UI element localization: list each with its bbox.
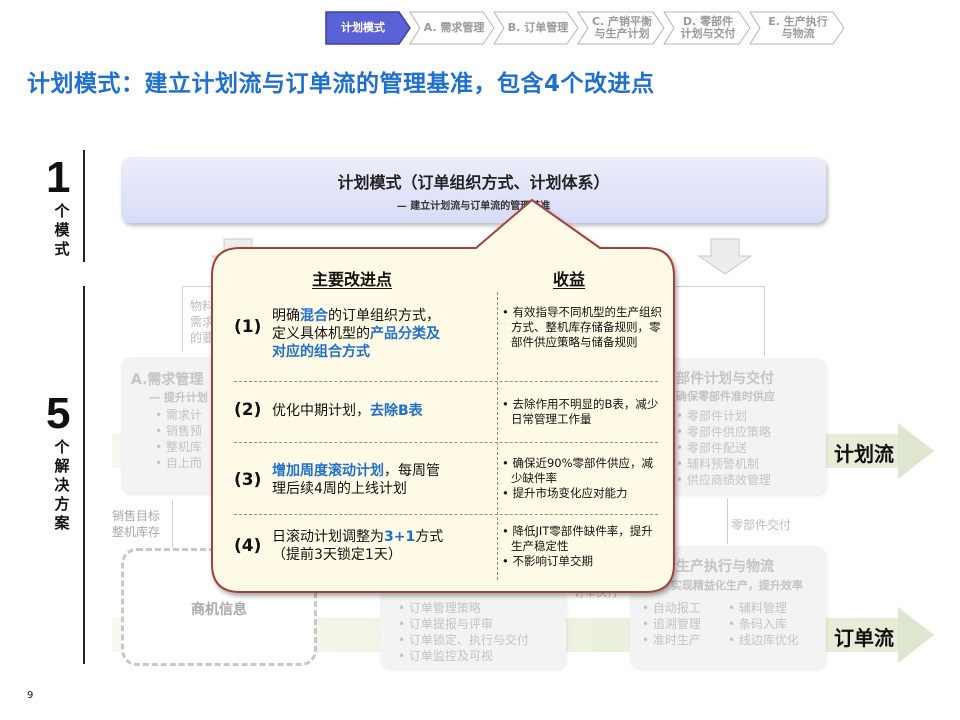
benefit-bullet: 不影响订单交期 [502,554,662,569]
benefit-text: 降低JIT零部件缺件率，提升生产稳定性不影响订单交期 [502,524,662,569]
benefit-text: 确保近90%零部件供应，减少缺件率提升市场变化应对能力 [502,456,662,501]
improvement-text: 增加周度滚动计划，每周管理后续4周的上线计划 [272,462,492,498]
improvement-number: (1) [234,317,262,337]
highlight-text: 对应的组合方式 [272,344,370,360]
highlight-text: 产品分类及 [370,326,440,342]
improvement-number: (4) [234,536,262,556]
benefits-header: 收益 [553,270,586,289]
improvement-text: 明确混合的订单组织方式， 定义具体机型的产品分类及 对应的组合方式 [272,307,492,361]
benefit-bullet: 提升市场变化应对能力 [502,486,662,501]
benefit-bullet: 有效指导不同机型的生产组织方式、整机库存储备规则，零部件供应策略与储备规则 [502,305,662,350]
plain-text: 定义具体机型的 [272,326,370,342]
highlight-text: 3+1 [384,529,416,545]
benefit-bullet: 去除作用不明显的B表，减少日常管理工作量 [502,397,662,427]
column-divider [497,292,498,580]
improvement-text: 优化中期计划，去除B表 [272,402,492,420]
plain-text: 的订单组织方式， [328,308,440,324]
improvements-header: 主要改进点 [312,270,393,289]
highlight-text: 混合 [300,308,328,324]
row-divider [234,514,658,515]
highlight-text: 增加周度滚动计划 [272,463,384,479]
benefit-bullet: 确保近90%零部件供应，减少缺件率 [502,456,662,486]
plain-text: ，每周管 [384,463,440,479]
plain-text: （提前3天锁定1天） [272,547,402,563]
improvement-number: (3) [234,470,262,490]
highlight-text: 去除B表 [370,403,423,419]
benefit-text: 有效指导不同机型的生产组织方式、整机库存储备规则，零部件供应策略与储备规则 [502,305,662,350]
improvement-number: (2) [234,400,262,420]
improvement-text: 日滚动计划调整为3+1方式 （提前3天锁定1天） [272,528,492,564]
row-divider [234,442,658,443]
benefit-bullet: 降低JIT零部件缺件率，提升生产稳定性 [502,524,662,554]
row-divider [234,381,658,382]
plain-text: 优化中期计划， [272,403,370,419]
page-number: 9 [27,690,34,701]
plain-text: 理后续4周的上线计划 [272,481,407,497]
plain-text: 日滚动计划调整为 [272,529,384,545]
plain-text: 方式 [415,529,444,545]
benefit-text: 去除作用不明显的B表，减少日常管理工作量 [502,397,662,427]
plain-text: 明确 [272,308,300,324]
